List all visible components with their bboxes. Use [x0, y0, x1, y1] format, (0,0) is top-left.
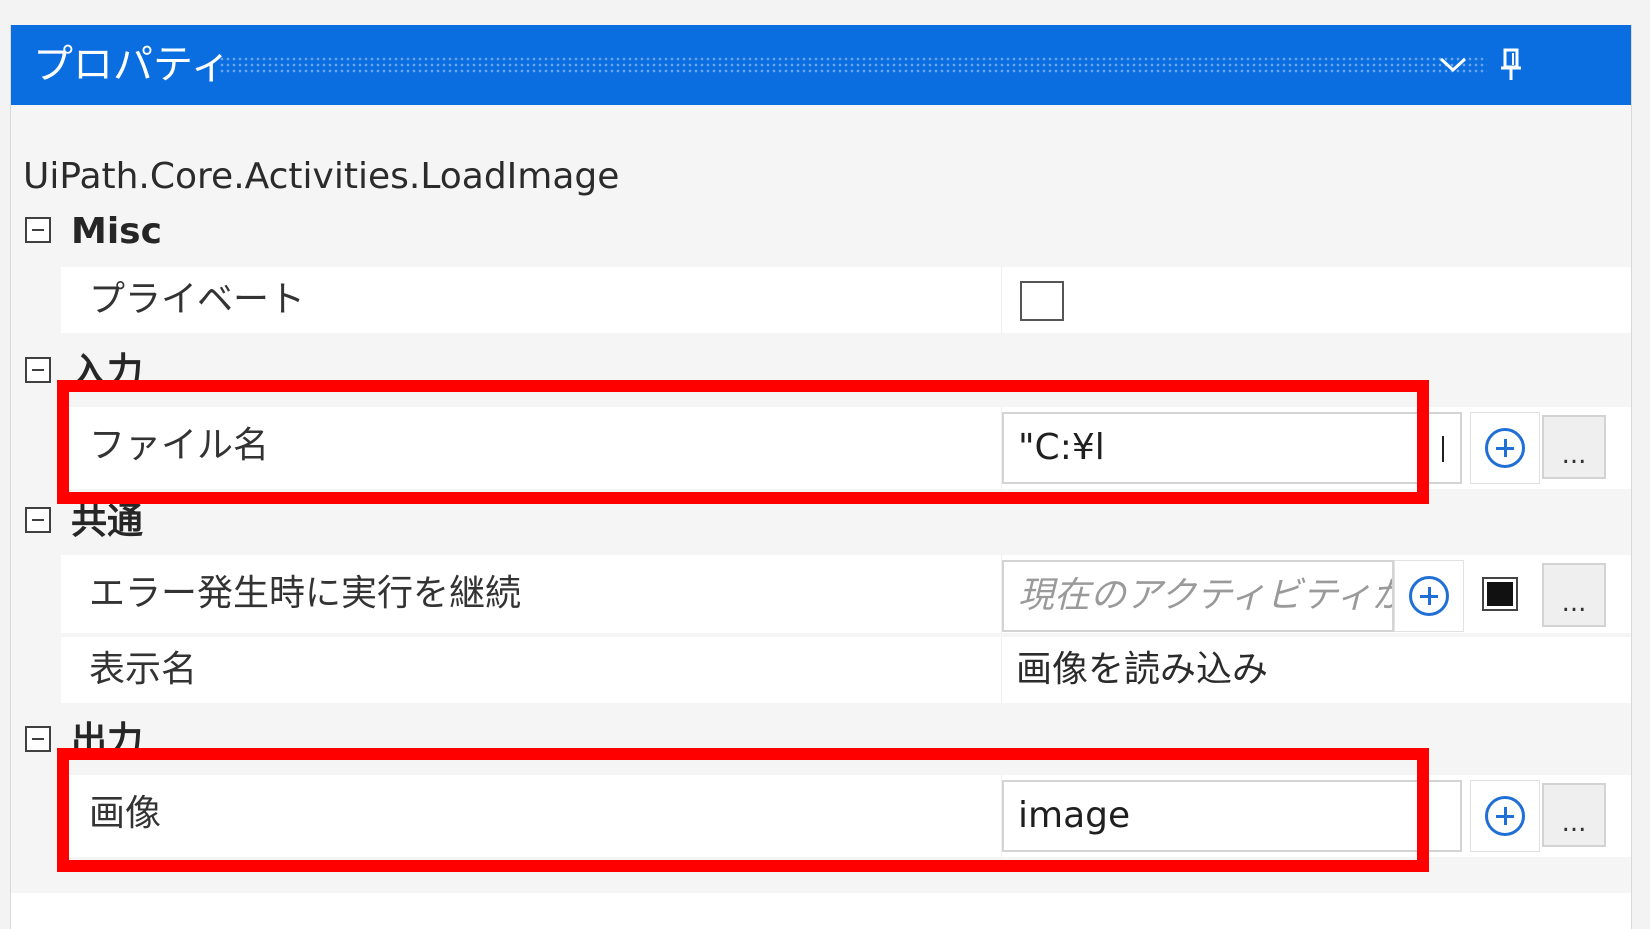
property-value-continue-on-error: 現在のアクティビティが ...: [1001, 555, 1631, 633]
circle-plus-icon[interactable]: [1485, 428, 1525, 468]
category-misc-label: Misc: [71, 211, 162, 252]
pin-icon[interactable]: [1485, 39, 1537, 91]
option-square-icon[interactable]: [1482, 577, 1518, 611]
continue-on-error-placeholder: 現在のアクティビティが: [1018, 575, 1394, 616]
property-row-display-name: 表示名 画像を読み込み: [61, 637, 1631, 703]
filename-add-cell: [1470, 412, 1540, 484]
collapse-minus-icon[interactable]: [25, 217, 51, 243]
title-bar-grip[interactable]: [219, 56, 1487, 74]
continue-on-error-add-cell: [1394, 560, 1464, 632]
category-common-label: 共通: [71, 501, 144, 542]
category-common: 共通: [11, 498, 1631, 548]
image-add-cell: [1470, 780, 1540, 852]
chevron-down-icon[interactable]: [1427, 39, 1479, 91]
property-row-private: プライベート: [61, 267, 1631, 333]
continue-on-error-option-cell: [1468, 560, 1530, 626]
collapse-minus-icon[interactable]: [25, 726, 51, 752]
collapse-minus-icon[interactable]: [25, 507, 51, 533]
property-row-continue-on-error: エラー発生時に実行を継続 現在のアクティビティが ...: [61, 555, 1631, 633]
property-label-continue-on-error: エラー発生時に実行を継続: [89, 573, 522, 614]
property-value-private: [1001, 267, 1631, 333]
properties-panel: プロパティ UiPath.Core.Activities.LoadImage M…: [10, 25, 1632, 929]
category-misc: Misc: [11, 208, 1631, 258]
property-value-display-name[interactable]: 画像を読み込み: [1001, 637, 1631, 703]
activity-type-name: UiPath.Core.Activities.LoadImage: [23, 156, 620, 197]
highlight-box-image: [57, 748, 1429, 872]
panel-title: プロパティ: [33, 42, 231, 88]
panel-bottom-area: [11, 893, 1631, 929]
panel-title-bar[interactable]: プロパティ: [11, 25, 1631, 105]
display-name-value[interactable]: 画像を読み込み: [1016, 645, 1268, 695]
highlight-box-filename: [57, 380, 1429, 504]
circle-plus-icon[interactable]: [1485, 796, 1525, 836]
continue-on-error-input[interactable]: 現在のアクティビティが: [1002, 560, 1394, 632]
private-checkbox[interactable]: [1020, 281, 1064, 321]
text-caret: [1442, 436, 1444, 462]
circle-plus-icon[interactable]: [1409, 576, 1449, 616]
property-label-private: プライベート: [89, 279, 306, 320]
property-label-display-name: 表示名: [89, 649, 198, 690]
filename-browse-button[interactable]: ...: [1542, 415, 1606, 479]
image-browse-button[interactable]: ...: [1542, 783, 1606, 847]
continue-on-error-browse-button[interactable]: ...: [1542, 563, 1606, 627]
collapse-minus-icon[interactable]: [25, 357, 51, 383]
